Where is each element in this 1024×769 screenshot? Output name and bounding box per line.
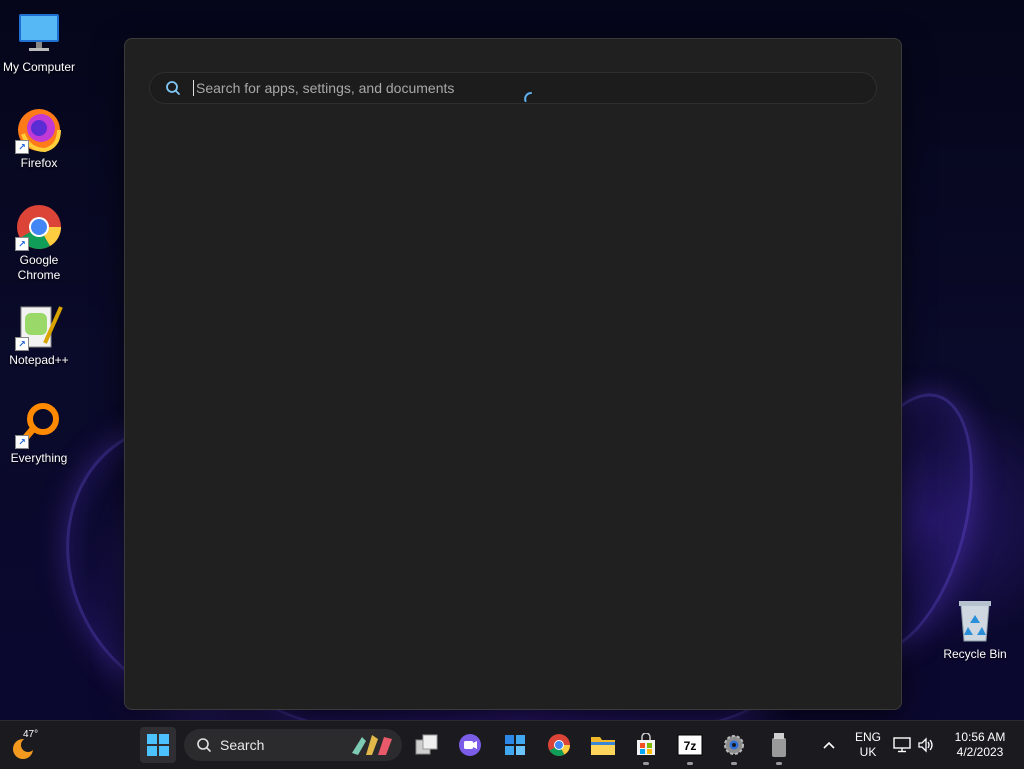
recycle-bin-icon <box>951 597 999 645</box>
monitor-icon <box>15 10 63 58</box>
settings-button[interactable] <box>716 727 752 765</box>
widgets-button[interactable] <box>497 727 533 763</box>
chrome-icon <box>548 734 570 756</box>
input-language-indicator[interactable]: ENG UK <box>848 730 888 760</box>
desktop-icon-label: Firefox <box>20 156 58 170</box>
task-view-button[interactable] <box>409 727 445 763</box>
firefox-icon: ↗ <box>15 106 63 154</box>
weather-widget[interactable]: 47° <box>8 728 48 762</box>
start-button[interactable] <box>140 727 176 763</box>
file-explorer-button[interactable] <box>585 727 621 763</box>
search-highlight-icon <box>352 735 392 755</box>
clock-time: 10:56 AM <box>954 730 1006 744</box>
chrome-icon: ↗ <box>15 203 63 251</box>
chevron-up-icon <box>823 741 835 749</box>
loading-spinner-icon <box>524 92 532 102</box>
start-search-input[interactable] <box>194 79 798 97</box>
system-tray-quick-settings[interactable] <box>893 733 941 757</box>
keyboard-layout: UK <box>859 745 877 759</box>
desktop-icon-label: Recycle Bin <box>943 647 1007 661</box>
desktop-icon-notepadpp[interactable]: ↗ Notepad++ <box>1 303 77 368</box>
search-icon <box>166 81 180 95</box>
taskbar-search-box[interactable]: Search <box>184 729 402 761</box>
volume-icon <box>918 737 933 753</box>
desktop-icon-firefox[interactable]: ↗ Firefox <box>1 106 77 171</box>
settings-gear-icon <box>724 735 744 755</box>
taskbar-chrome-button[interactable] <box>541 727 577 763</box>
shortcut-arrow-icon: ↗ <box>15 337 29 351</box>
taskbar: 47° Search 7z ENG UK 10:56 AM 4/2/2023 <box>0 720 1024 769</box>
chat-icon <box>459 734 481 756</box>
file-explorer-icon <box>591 737 615 755</box>
store-icon <box>637 733 655 755</box>
start-search-box[interactable] <box>149 72 877 104</box>
weather-temperature: 47° <box>23 729 39 740</box>
desktop-icon-label: Notepad++ <box>9 353 69 367</box>
running-indicator <box>776 762 782 765</box>
desktop-background: My Computer ↗ Firefox ↗ Google Chrome ↗ … <box>0 0 1024 720</box>
widgets-icon <box>505 735 525 755</box>
running-indicator <box>687 762 693 765</box>
usb-drive-button[interactable] <box>761 727 797 765</box>
desktop-icon-my-computer[interactable]: My Computer <box>1 10 77 75</box>
network-icon <box>893 737 911 753</box>
clock-date: 4/2/2023 <box>956 745 1004 759</box>
desktop-icon-label: Everything <box>10 451 68 465</box>
notepadpp-icon: ↗ <box>15 303 63 351</box>
start-search-panel <box>124 38 902 710</box>
show-hidden-icons-button[interactable] <box>814 727 844 763</box>
desktop-icon-everything[interactable]: ↗ Everything <box>1 401 77 466</box>
chat-button[interactable] <box>452 727 488 763</box>
taskbar-search-label: Search <box>220 737 265 753</box>
7zip-button[interactable]: 7z <box>672 727 708 765</box>
desktop-icon-google-chrome[interactable]: ↗ Google Chrome <box>1 203 77 283</box>
everything-search-icon: ↗ <box>15 401 63 449</box>
desktop-icon-label: Google Chrome <box>17 253 61 282</box>
clock[interactable]: 10:56 AM 4/2/2023 <box>946 730 1014 760</box>
microsoft-store-button[interactable] <box>628 727 664 765</box>
7zip-icon: 7z <box>677 734 703 756</box>
usb-drive-icon <box>772 733 786 757</box>
task-view-icon <box>415 734 438 755</box>
shortcut-arrow-icon: ↗ <box>15 435 29 449</box>
language-code: ENG <box>854 730 881 744</box>
shortcut-arrow-icon: ↗ <box>15 237 29 251</box>
desktop-icon-recycle-bin[interactable]: Recycle Bin <box>937 597 1013 662</box>
running-indicator <box>731 762 737 765</box>
shortcut-arrow-icon: ↗ <box>15 140 29 154</box>
search-icon <box>197 738 211 752</box>
desktop-icon-label: My Computer <box>2 60 76 74</box>
running-indicator <box>643 762 649 765</box>
svg-text:7z: 7z <box>684 739 697 753</box>
windows-start-icon <box>147 734 169 756</box>
